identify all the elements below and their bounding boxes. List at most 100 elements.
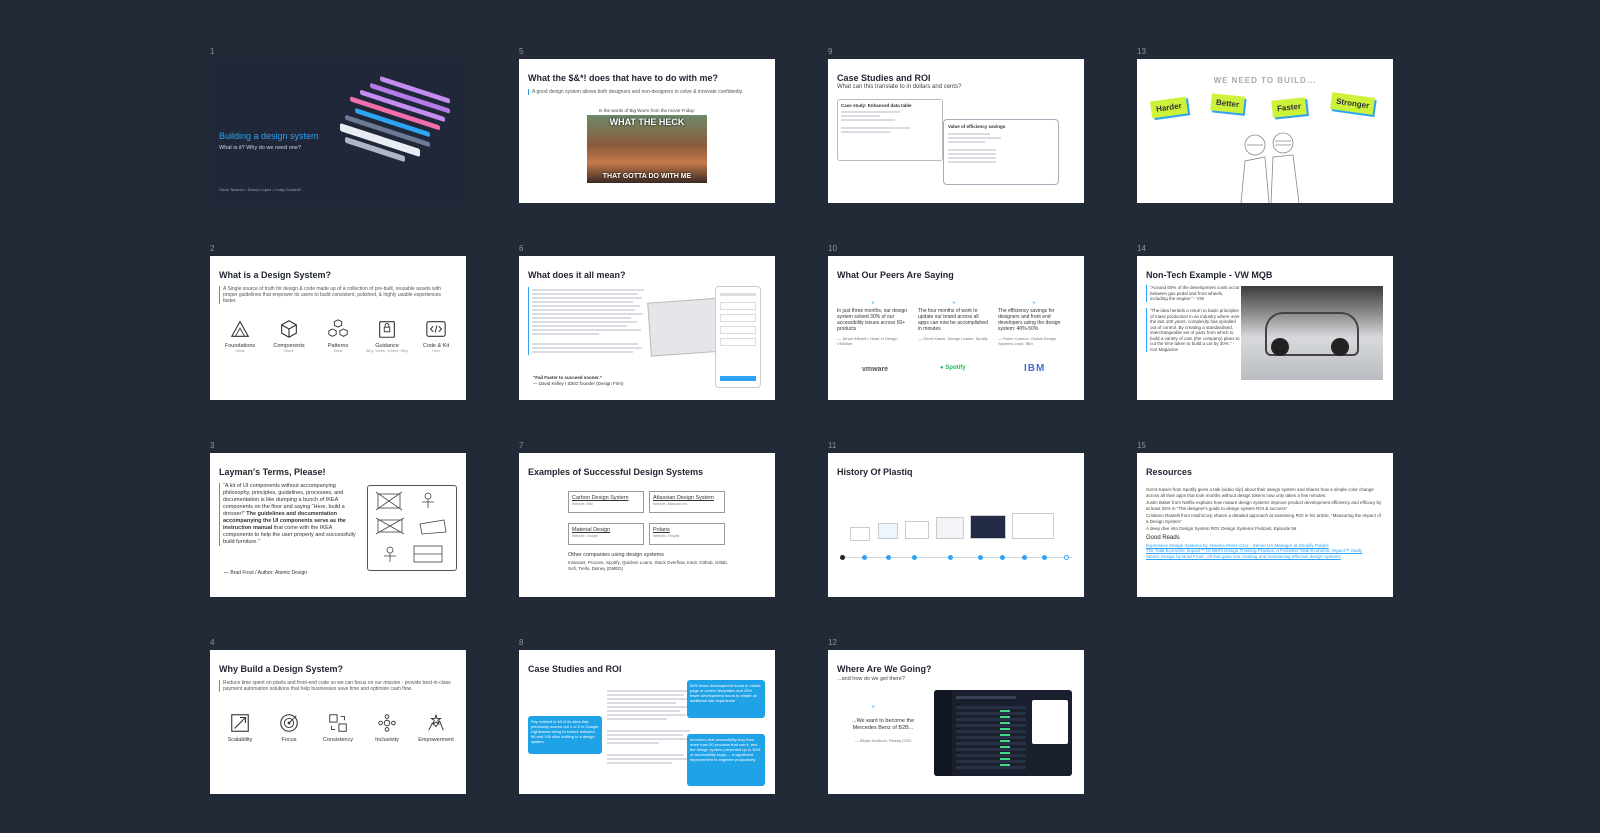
meme-caption: In the words of Big Worm from the movie … [598, 108, 696, 113]
design-system-card[interactable]: Polaris Website, Shopify [649, 523, 725, 545]
good-read-link[interactable]: Atomic Design by Brad Frost - All that g… [1146, 554, 1384, 560]
meme-top-text: WHAT THE HECK [609, 117, 685, 127]
icon-sublabel: What [235, 349, 245, 353]
meme-image: WHAT THE HECK THAT GOTTA DO WITH ME [587, 115, 707, 183]
slide-body: Reduce time spent on pixels and front-en… [219, 680, 453, 692]
robots-illustration [1240, 132, 1300, 203]
timeline-dot [1022, 555, 1027, 560]
timeline-dot [1000, 555, 1005, 560]
isometric-bars-graphic [340, 76, 450, 162]
system-sub: Website, Shopify [653, 534, 680, 538]
slide-subtitle: ...and how do we get there? [837, 676, 905, 682]
timeline-dot [1042, 555, 1047, 560]
slide-title: Why Build a Design System? [219, 664, 344, 674]
quote-text: The efficiency savings for designers and… [998, 308, 1061, 332]
slide-title: Examples of Successful Design Systems [528, 467, 704, 477]
scalability-icon [231, 714, 249, 732]
others-list: Instacart, Procore, Spotify, Quicken Loa… [568, 560, 728, 571]
slide-title: Layman's Terms, Please! [219, 467, 326, 477]
slide-title: Case Studies and ROI [528, 664, 622, 674]
slide-number: 6 [519, 244, 524, 253]
slide-number: 1 [210, 47, 215, 56]
quote-author: — David Kelley / IDEO founder (Design Fi… [533, 381, 624, 386]
quote-author: — Gerrit Kaiser, Design Leader, Spotify [918, 336, 988, 341]
logo-label: Spotify [945, 365, 966, 371]
slide-heading: WE NEED TO BUILD... [1213, 76, 1317, 85]
timeline-dot [978, 555, 983, 560]
slide-title: Resources [1146, 467, 1193, 477]
sticky-note: Faster [1271, 97, 1307, 118]
good-reads-title: Good Reads [1146, 534, 1180, 541]
target-icon [280, 714, 298, 732]
timeline-dot [1064, 555, 1069, 560]
case-study-card: Case study: Enhanced data table [837, 99, 943, 161]
design-system-card[interactable]: Carbon Design System Website, IBM [568, 491, 644, 513]
meme-bottom-text: THAT GOTTA DO WITH ME [602, 173, 692, 180]
code-icon [426, 321, 446, 337]
slide-number: 14 [1137, 244, 1146, 253]
slide-number: 4 [210, 638, 215, 647]
timeline-dot [862, 555, 867, 560]
good-read-link[interactable]: The Total Economic Impact™ Of IBM's Desi… [1146, 548, 1384, 554]
timeline-dot [886, 555, 891, 560]
empowerment-icon [428, 714, 444, 731]
sticky-note: Harder [1149, 96, 1188, 119]
sticky-note: Stronger [1330, 92, 1376, 115]
design-system-card[interactable]: Atlassian Design System Website, Atlassia… [649, 491, 725, 513]
slide-body: A good design system allows both designe… [528, 89, 762, 95]
icon-sublabel: Block [284, 349, 294, 353]
resource-item: A deep dive into Design System ROI: Desi… [1146, 526, 1297, 531]
slide-number: 9 [828, 47, 833, 56]
slide-body-lines [528, 287, 644, 355]
slide-title: History Of Plastiq [837, 467, 913, 477]
resource-item: Justin Baker from Netflix explains how m… [1146, 500, 1382, 511]
icon-label: Consistency [323, 737, 353, 743]
vmware-logo: vmware [862, 366, 889, 373]
timeline-dot [912, 555, 917, 560]
peer-quote: “ The four months of work to update our … [918, 301, 990, 342]
resource-item: Cristiano Rastelli from HashiCorp shares… [1146, 513, 1381, 524]
timeline-dot [948, 555, 953, 560]
sticky-note: Better [1210, 93, 1245, 114]
quote-author: — Eliyan Karlbom, Plastiq COO [854, 738, 912, 743]
slide-title: What is a Design System? [219, 270, 332, 280]
others-title: Other companies using design systems [568, 552, 664, 558]
slide-title: What does it all mean? [528, 270, 626, 280]
timeline-dot [840, 555, 845, 560]
car-chassis-photo [1241, 286, 1383, 380]
slide-title: Building a design system [219, 131, 319, 141]
slide-number: 8 [519, 638, 524, 647]
foundations-icon [230, 320, 250, 337]
slide-number: 5 [519, 47, 524, 56]
slide-number: 10 [828, 244, 837, 253]
guidebook-icon [379, 321, 395, 338]
slide-number: 3 [210, 441, 215, 450]
icon-label: Focus [281, 737, 297, 743]
slide-body: A Single source of truth for design & co… [219, 286, 453, 304]
slide-number: 13 [1137, 47, 1146, 56]
ibm-logo: IBM [1024, 363, 1046, 374]
icon-row: Foundations What Components Block Patterns… [218, 318, 458, 353]
cubes-icon [328, 319, 348, 337]
roi-card-2: Pay noticed in 48 of its sites that prev… [528, 716, 602, 754]
slide-title: What Our Peers Are Saying [837, 270, 954, 280]
quote-author: — Brad Frost / Author: Atomic Design [224, 570, 308, 576]
slide-number: 12 [828, 638, 837, 647]
roi-card-3: Immonen that accessibility bug fixes mor… [687, 734, 765, 786]
resource-list: Gerrit Kaiser from Spotify gives a talk … [1146, 487, 1384, 559]
card-title: Value of efficiency savings [948, 124, 1006, 129]
slide-title: Where Are We Going? [837, 664, 932, 674]
ikea-illustration [367, 485, 457, 571]
design-system-card[interactable]: Material Design Website, Google [568, 523, 644, 545]
ikea-furniture-sketch [375, 491, 447, 563]
icon-row: Scalability Focus Consistency Inclusivit… [218, 712, 458, 743]
quote-author: — Robin Cannon, Global Design Systems Le… [998, 336, 1057, 346]
quote-author: — Jehad Affoneh, Head of Design VMWare [837, 336, 898, 346]
vw-quote: “Around 60% of the development costs occ… [1146, 285, 1240, 302]
slide-title: What the $&*! does that have to do with … [528, 73, 719, 83]
peer-quote: “ In just three months, our design syste… [837, 300, 908, 347]
resource-item: Gerrit Kaiser from Spotify gives a talk … [1146, 487, 1374, 498]
icon-sublabel: How [432, 349, 440, 353]
slide-title: Non-Tech Example - VW MQB [1146, 270, 1273, 280]
cube-icon [281, 320, 297, 338]
